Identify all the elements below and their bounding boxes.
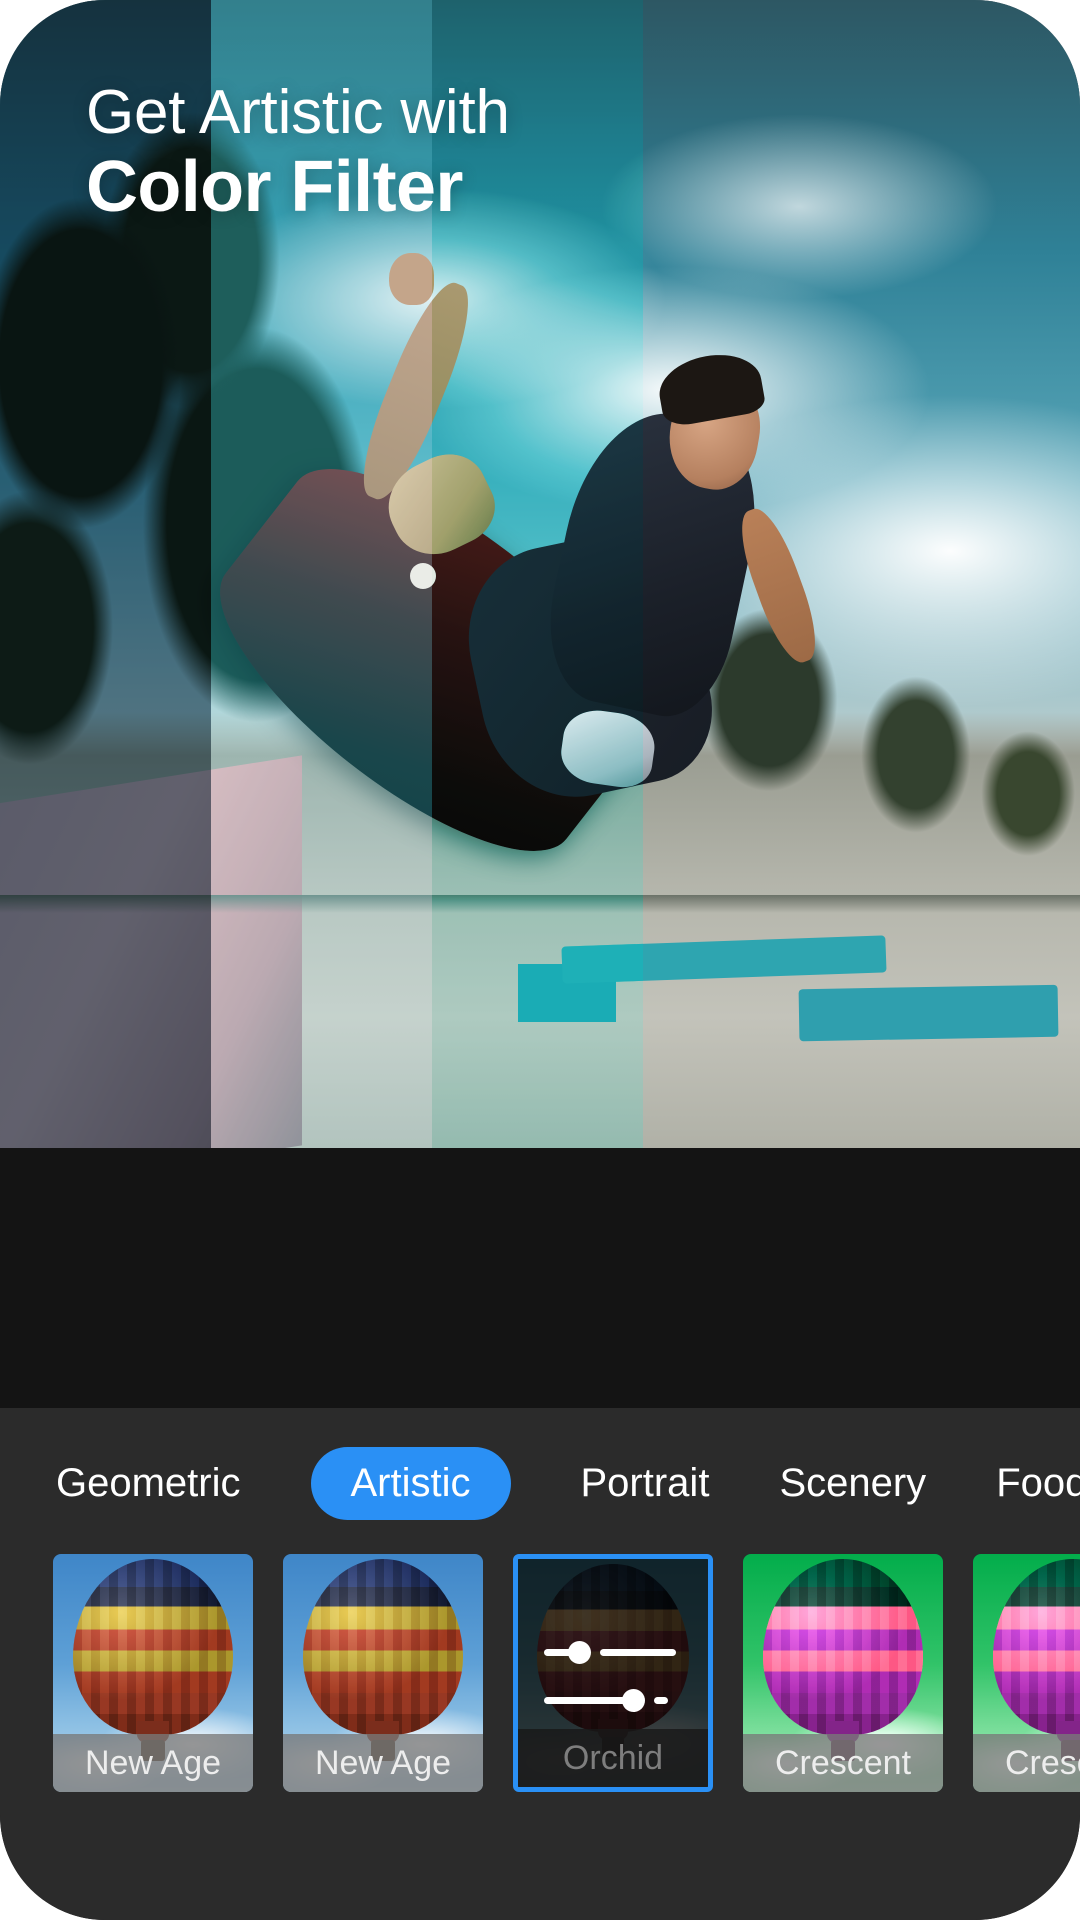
filter-label: New Age xyxy=(283,1734,483,1792)
hero-preview-image[interactable]: Get Artistic with Color Filter xyxy=(0,0,1080,1148)
tab-food[interactable]: Food xyxy=(996,1447,1080,1520)
tab-geometric[interactable]: Geometric xyxy=(56,1447,241,1520)
filter-thumbnail[interactable]: New Age xyxy=(283,1554,483,1792)
filter-thumbnail[interactable]: Crescent xyxy=(743,1554,943,1792)
tab-artistic[interactable]: Artistic xyxy=(310,1446,511,1520)
headline-line-2: Color Filter xyxy=(86,147,463,228)
filter-category-tabs[interactable]: Geometric Artistic Portrait Scenery Food xyxy=(0,1446,1080,1520)
filter-thumbnail-strip[interactable]: New Age New Age Orchid Crescent Crescent xyxy=(0,1554,1080,1814)
filter-label: New Age xyxy=(53,1734,253,1792)
phone-screen: Get Artistic with Color Filter Geometric… xyxy=(0,0,1080,1920)
tab-portrait[interactable]: Portrait xyxy=(581,1447,710,1520)
preview-backdrop xyxy=(0,1148,1080,1408)
filter-thumbnail[interactable]: Orchid xyxy=(513,1554,713,1792)
tab-scenery[interactable]: Scenery xyxy=(779,1447,926,1520)
headline-line-1: Get Artistic with xyxy=(86,78,510,147)
filter-label: Crescent xyxy=(973,1734,1080,1792)
filter-label: Orchid xyxy=(518,1729,708,1787)
adjust-sliders-icon[interactable] xyxy=(518,1641,708,1737)
filter-thumbnail[interactable]: Crescent xyxy=(973,1554,1080,1792)
hero-headline: Get Artistic with Color Filter xyxy=(86,80,510,230)
filter-panel: Geometric Artistic Portrait Scenery Food New… xyxy=(0,1408,1080,1920)
filter-label: Crescent xyxy=(743,1734,943,1792)
filter-thumbnail[interactable]: New Age xyxy=(53,1554,253,1792)
